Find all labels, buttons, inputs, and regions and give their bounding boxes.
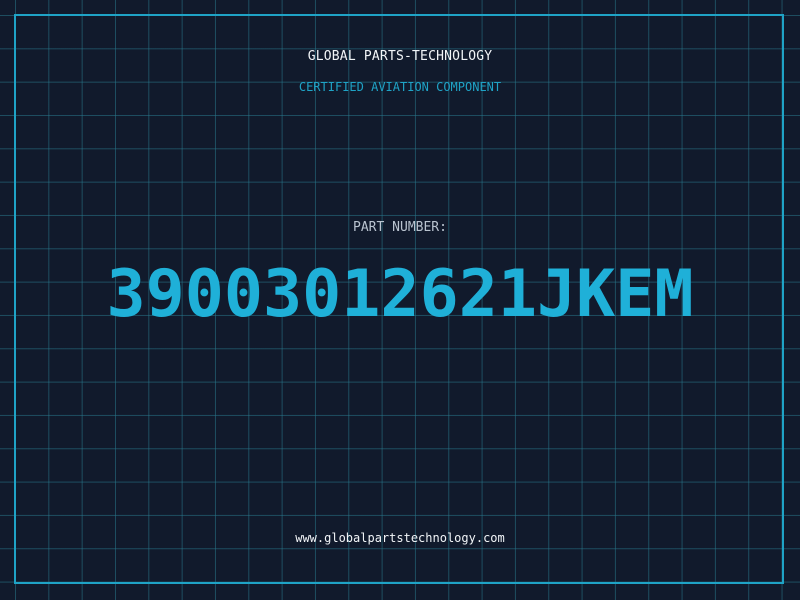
website-link[interactable]: www.globalpartstechnology.com — [0, 531, 800, 545]
part-number-value: 39003012621JKEM — [106, 257, 694, 332]
part-number-label: PART NUMBER: — [353, 220, 447, 235]
part-card: GLOBAL PARTS-TECHNOLOGY CERTIFIED AVIATI… — [0, 0, 800, 600]
certification-subtitle: CERTIFIED AVIATION COMPONENT — [298, 80, 502, 94]
company-name: GLOBAL PARTS-TECHNOLOGY — [307, 49, 493, 64]
